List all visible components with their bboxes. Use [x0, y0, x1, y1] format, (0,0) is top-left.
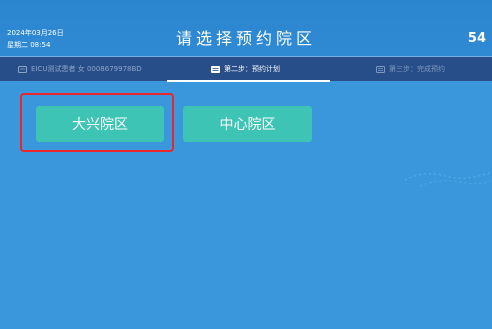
step-progress-bar: EICU测试患者 女 0008679978BD 第二步：预约计划 第三步：完成预…	[0, 57, 492, 81]
page-title: 请选择预约院区	[175, 29, 316, 48]
step-complete: 第三步：完成预约	[376, 57, 445, 81]
calendar-icon	[211, 65, 220, 73]
countdown-timer: 54	[467, 31, 486, 46]
step-complete-label: 第三步：完成预约	[389, 65, 445, 73]
background-wave-decoration	[404, 171, 492, 187]
header-bar: 2024年03月26日 星期二 08:54 请选择预约院区 54	[0, 0, 492, 57]
step-appointment-plan-label: 第二步：预约计划	[224, 65, 280, 73]
active-step-indicator	[167, 80, 330, 82]
id-card-icon	[18, 65, 27, 73]
step-patient-info-label: EICU测试患者 女 0008679978BD	[31, 65, 142, 73]
selection-highlight-box	[20, 93, 174, 152]
step-patient-info: EICU测试患者 女 0008679978BD	[18, 57, 142, 81]
campus-button-central[interactable]: 中心院区	[183, 106, 312, 142]
checklist-icon	[376, 65, 385, 73]
step-appointment-plan: 第二步：预约计划	[211, 57, 280, 81]
